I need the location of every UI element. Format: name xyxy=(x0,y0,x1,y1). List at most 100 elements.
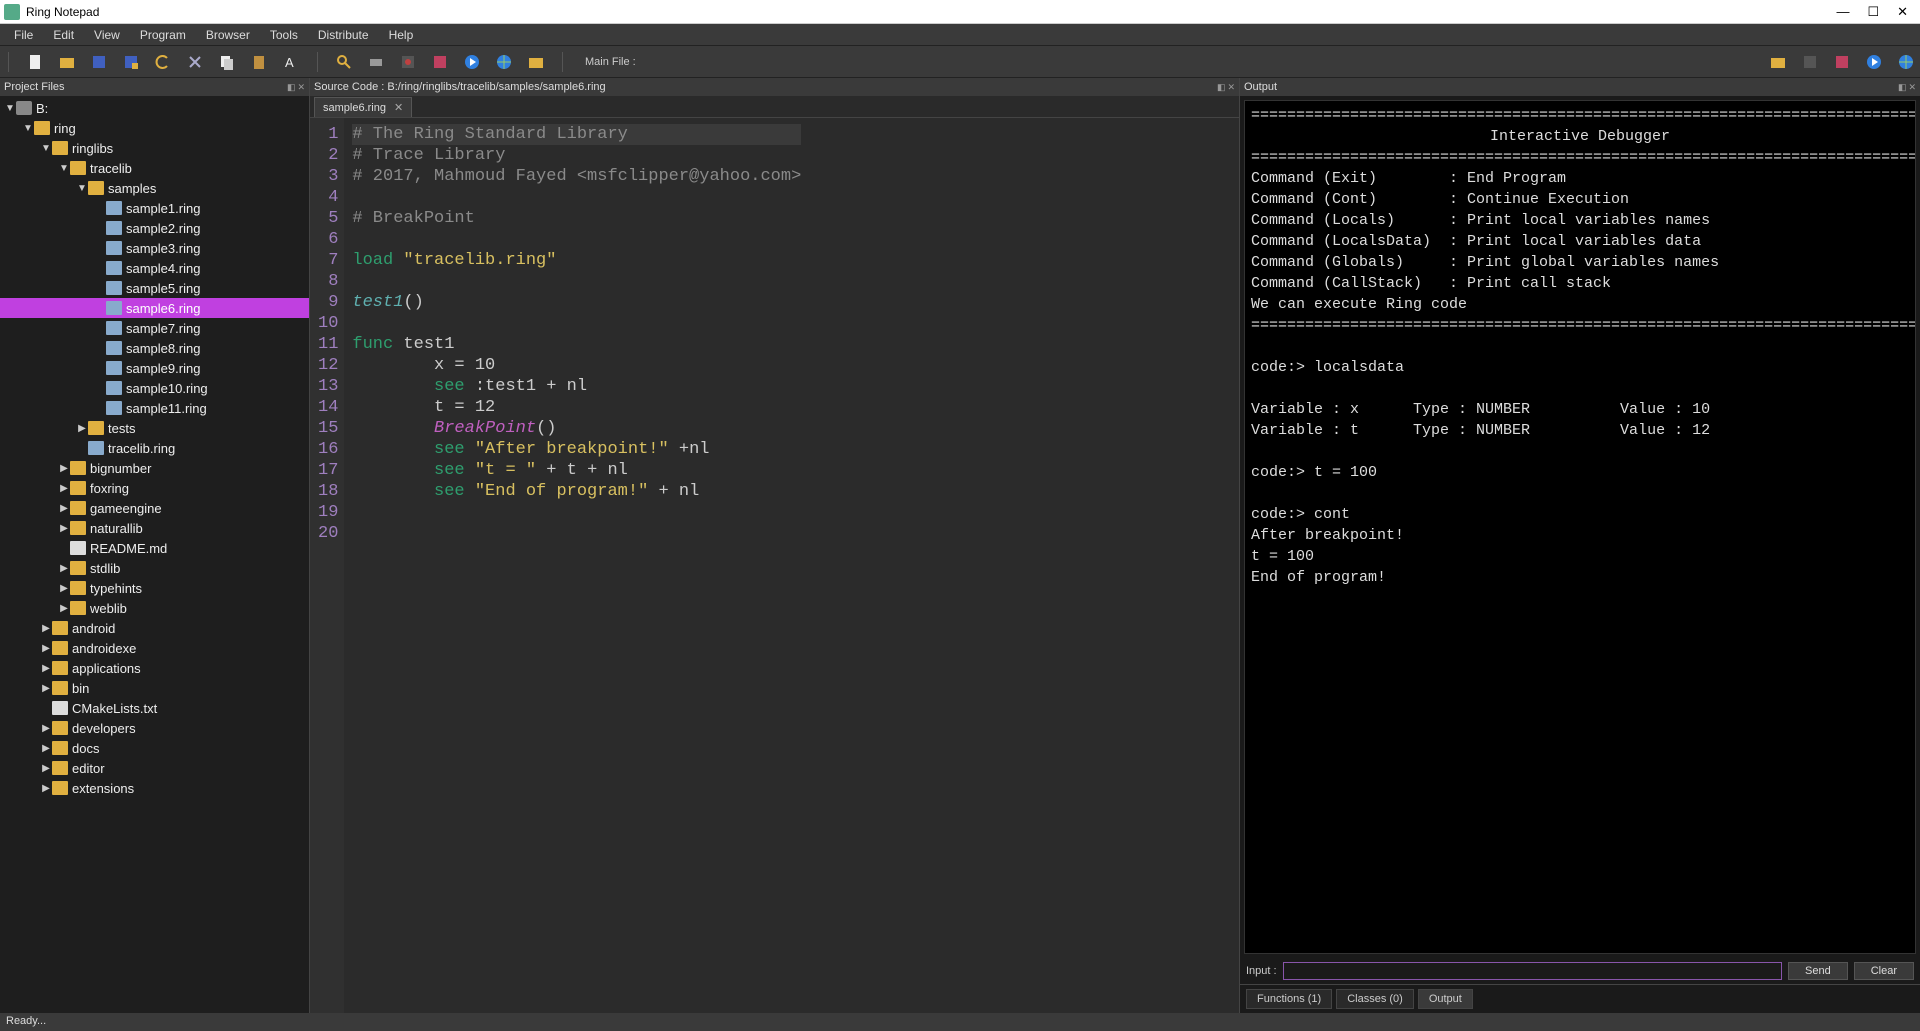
panel-undock-icon[interactable]: ◧ xyxy=(287,82,296,93)
save-as-icon[interactable] xyxy=(123,54,139,70)
tree-item[interactable]: ▼samples xyxy=(0,178,309,198)
editor-tab[interactable]: sample6.ring ✕ xyxy=(314,97,412,117)
tree-item[interactable]: ▶developers xyxy=(0,718,309,738)
run-main-nogui-icon[interactable] xyxy=(1834,54,1850,70)
tree-arrow-icon[interactable]: ▼ xyxy=(22,123,34,134)
tree-item[interactable]: ▶editor xyxy=(0,758,309,778)
panel-close-icon[interactable]: ✕ xyxy=(1908,82,1916,93)
tree-arrow-icon[interactable]: ▶ xyxy=(58,603,70,614)
tree-arrow-icon[interactable]: ▶ xyxy=(40,763,52,774)
tree-item[interactable]: sample4.ring xyxy=(0,258,309,278)
run-main-icon[interactable] xyxy=(1866,54,1882,70)
debug-main-icon[interactable] xyxy=(1802,54,1818,70)
run-web-icon[interactable] xyxy=(496,54,512,70)
tree-arrow-icon[interactable]: ▼ xyxy=(40,143,52,154)
tree-item[interactable]: ▶foxring xyxy=(0,478,309,498)
project-tree[interactable]: ▼B:▼ring▼ringlibs▼tracelib▼samples sampl… xyxy=(0,96,309,1013)
tree-item[interactable]: sample8.ring xyxy=(0,338,309,358)
clear-button[interactable]: Clear xyxy=(1854,962,1914,980)
tree-item[interactable]: ▶typehints xyxy=(0,578,309,598)
tree-item[interactable]: ▶stdlib xyxy=(0,558,309,578)
minimize-button[interactable]: — xyxy=(1836,4,1849,20)
output-input[interactable] xyxy=(1283,962,1782,980)
panel-close-icon[interactable]: ✕ xyxy=(1227,82,1235,93)
tree-item[interactable]: ▶applications xyxy=(0,658,309,678)
tree-arrow-icon[interactable]: ▶ xyxy=(58,503,70,514)
menu-file[interactable]: File xyxy=(4,28,43,42)
menu-help[interactable]: Help xyxy=(379,28,424,42)
code-lines[interactable]: # The Ring Standard Library# Trace Libra… xyxy=(344,118,809,1013)
tree-item[interactable]: sample7.ring xyxy=(0,318,309,338)
menu-distribute[interactable]: Distribute xyxy=(308,28,379,42)
font-icon[interactable]: A xyxy=(283,54,299,70)
tree-item[interactable]: CMakeLists.txt xyxy=(0,698,309,718)
tree-item[interactable]: ▶androidexe xyxy=(0,638,309,658)
tree-arrow-icon[interactable]: ▶ xyxy=(40,743,52,754)
paste-icon[interactable] xyxy=(251,54,267,70)
tree-item[interactable]: ▶tests xyxy=(0,418,309,438)
tree-item[interactable]: ▶bin xyxy=(0,678,309,698)
send-button[interactable]: Send xyxy=(1788,962,1848,980)
tree-item[interactable]: ▼tracelib xyxy=(0,158,309,178)
tree-item[interactable]: sample9.ring xyxy=(0,358,309,378)
tree-item[interactable]: sample3.ring xyxy=(0,238,309,258)
tree-item[interactable]: ▶android xyxy=(0,618,309,638)
menu-browser[interactable]: Browser xyxy=(196,28,260,42)
output-tab[interactable]: Classes (0) xyxy=(1336,989,1414,1009)
tree-item[interactable]: sample10.ring xyxy=(0,378,309,398)
tree-arrow-icon[interactable]: ▶ xyxy=(58,463,70,474)
tree-arrow-icon[interactable]: ▶ xyxy=(40,663,52,674)
panel-undock-icon[interactable]: ◧ xyxy=(1217,82,1226,93)
run-nogui-icon[interactable] xyxy=(432,54,448,70)
tree-item[interactable]: ▶bignumber xyxy=(0,458,309,478)
tree-item[interactable]: ▶gameengine xyxy=(0,498,309,518)
menu-program[interactable]: Program xyxy=(130,28,196,42)
output-console[interactable]: ========================================… xyxy=(1244,100,1916,954)
new-file-icon[interactable] xyxy=(27,54,43,70)
run-icon[interactable] xyxy=(464,54,480,70)
undo-icon[interactable] xyxy=(155,54,171,70)
tree-item[interactable]: ▶naturallib xyxy=(0,518,309,538)
tree-item[interactable]: ▼B: xyxy=(0,98,309,118)
tree-item[interactable]: ▶extensions xyxy=(0,778,309,798)
tree-arrow-icon[interactable]: ▶ xyxy=(40,723,52,734)
tree-item[interactable]: ▶weblib xyxy=(0,598,309,618)
tree-arrow-icon[interactable]: ▶ xyxy=(40,783,52,794)
tree-arrow-icon[interactable]: ▶ xyxy=(58,563,70,574)
tree-item[interactable]: ▼ring xyxy=(0,118,309,138)
tree-arrow-icon[interactable]: ▶ xyxy=(76,423,88,434)
tree-item[interactable]: ▼ringlibs xyxy=(0,138,309,158)
tree-arrow-icon[interactable]: ▶ xyxy=(40,683,52,694)
panel-undock-icon[interactable]: ◧ xyxy=(1898,82,1907,93)
run-main-web-icon[interactable] xyxy=(1898,54,1914,70)
output-tab[interactable]: Functions (1) xyxy=(1246,989,1332,1009)
tree-item[interactable]: sample2.ring xyxy=(0,218,309,238)
output-tab[interactable]: Output xyxy=(1418,989,1473,1009)
tree-arrow-icon[interactable]: ▶ xyxy=(58,483,70,494)
code-editor[interactable]: 1234567891011121314151617181920 # The Ri… xyxy=(310,118,1239,1013)
tree-arrow-icon[interactable]: ▶ xyxy=(58,523,70,534)
tree-arrow-icon[interactable]: ▼ xyxy=(58,163,70,174)
cut-icon[interactable] xyxy=(187,54,203,70)
menu-view[interactable]: View xyxy=(84,28,130,42)
tree-item[interactable]: sample1.ring xyxy=(0,198,309,218)
close-tab-icon[interactable]: ✕ xyxy=(394,101,403,114)
panel-close-icon[interactable]: ✕ xyxy=(297,82,305,93)
menu-edit[interactable]: Edit xyxy=(43,28,84,42)
tree-arrow-icon[interactable]: ▶ xyxy=(58,583,70,594)
menu-tools[interactable]: Tools xyxy=(260,28,308,42)
open-file-icon[interactable] xyxy=(59,54,75,70)
find-icon[interactable] xyxy=(336,54,352,70)
copy-icon[interactable] xyxy=(219,54,235,70)
open-main-icon[interactable] xyxy=(1770,54,1786,70)
tree-arrow-icon[interactable]: ▼ xyxy=(4,103,16,114)
tree-arrow-icon[interactable]: ▶ xyxy=(40,623,52,634)
debug-icon[interactable] xyxy=(400,54,416,70)
tree-item[interactable]: ▶docs xyxy=(0,738,309,758)
tree-arrow-icon[interactable]: ▶ xyxy=(40,643,52,654)
print-icon[interactable] xyxy=(368,54,384,70)
tree-arrow-icon[interactable]: ▼ xyxy=(76,183,88,194)
maximize-button[interactable]: ☐ xyxy=(1867,4,1879,20)
close-button[interactable]: ✕ xyxy=(1897,4,1908,20)
tree-item[interactable]: README.md xyxy=(0,538,309,558)
